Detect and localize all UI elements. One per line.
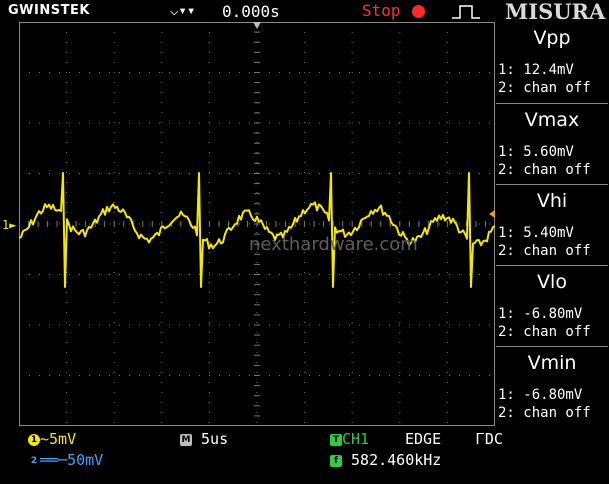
trigger-type-label[interactable]: EDGE	[405, 430, 441, 448]
measure-ch2-value: 2: chan off	[498, 405, 591, 421]
measurement-panel: Vpp 1: 12.4mV 2: chan off Vmax 1: 5.60mV…	[495, 22, 609, 426]
ch1-badge-icon: 1	[28, 433, 40, 446]
trigger-source-indicator[interactable]: T CH1	[330, 430, 369, 448]
measure-name: Vmin	[527, 352, 577, 374]
measure-ch2-value: 2: chan off	[498, 243, 591, 259]
measure-vlo[interactable]: Vlo 1: -6.80mV 2: chan off	[496, 265, 608, 345]
measure-vmax[interactable]: Vmax 1: 5.60mV 2: chan off	[496, 103, 608, 183]
measure-name: Vpp	[533, 27, 571, 49]
timebase-indicator[interactable]: M 5us	[180, 430, 228, 448]
measure-vhi[interactable]: Vhi 1: 5.40mV 2: chan off	[496, 184, 608, 264]
brand-logo: GWINSTEK	[8, 3, 90, 18]
measure-name: Vlo	[537, 271, 567, 293]
stop-dot-icon	[412, 5, 425, 18]
measure-ch2-value: 2: chan off	[498, 80, 591, 96]
frequency-indicator: f 582.460kHz	[330, 451, 441, 469]
measure-ch1-value: 1: 12.4mV	[498, 62, 574, 78]
frequency-badge-icon: f	[330, 454, 342, 467]
overlay-title: MISURA	[505, 0, 606, 24]
measure-name: Vmax	[524, 109, 580, 131]
ch2-badge-icon: 2	[28, 454, 40, 467]
measure-ch1-value: 1: -6.80mV	[498, 306, 583, 322]
measure-ch2-value: 2: chan off	[498, 324, 591, 340]
waveform-display[interactable]: nexthardware.com	[19, 22, 495, 426]
graticule-grid	[19, 22, 495, 426]
measure-vmin[interactable]: Vmin 1: -6.80mV 2: chan off	[496, 346, 608, 426]
ch1-waveform-trace	[19, 172, 495, 288]
coupling-indicator[interactable]: ᎱDC	[476, 430, 503, 448]
measure-ch1-value: 1: -6.80mV	[498, 387, 583, 403]
trigger-position-marker	[253, 22, 261, 29]
rising-edge-icon	[452, 5, 480, 19]
measure-name: Vhi	[536, 190, 568, 212]
measure-vpp[interactable]: Vpp 1: 12.4mV 2: chan off	[496, 22, 608, 101]
watermark-text: nexthardware.com	[249, 234, 418, 255]
ch1-ground-marker: 1►	[2, 218, 17, 232]
dc-coupling-icon: Ꮁ	[476, 430, 485, 448]
trigger-arrows-icon: ⌵▾▾	[170, 3, 196, 19]
math-badge-icon: M	[180, 433, 192, 446]
trigger-position-readout: 0.000s	[222, 2, 280, 21]
measure-ch2-value: 2: chan off	[498, 162, 591, 178]
ch2-scale-indicator[interactable]: 2 ══─50mV	[28, 451, 103, 469]
measure-ch1-value: 1: 5.40mV	[498, 225, 574, 241]
ch1-scale-indicator[interactable]: 1 ~5mV	[28, 430, 76, 448]
run-state-label[interactable]: Stop	[362, 1, 401, 20]
measure-ch1-value: 1: 5.60mV	[498, 144, 574, 160]
trigger-badge-icon: T	[330, 433, 342, 446]
